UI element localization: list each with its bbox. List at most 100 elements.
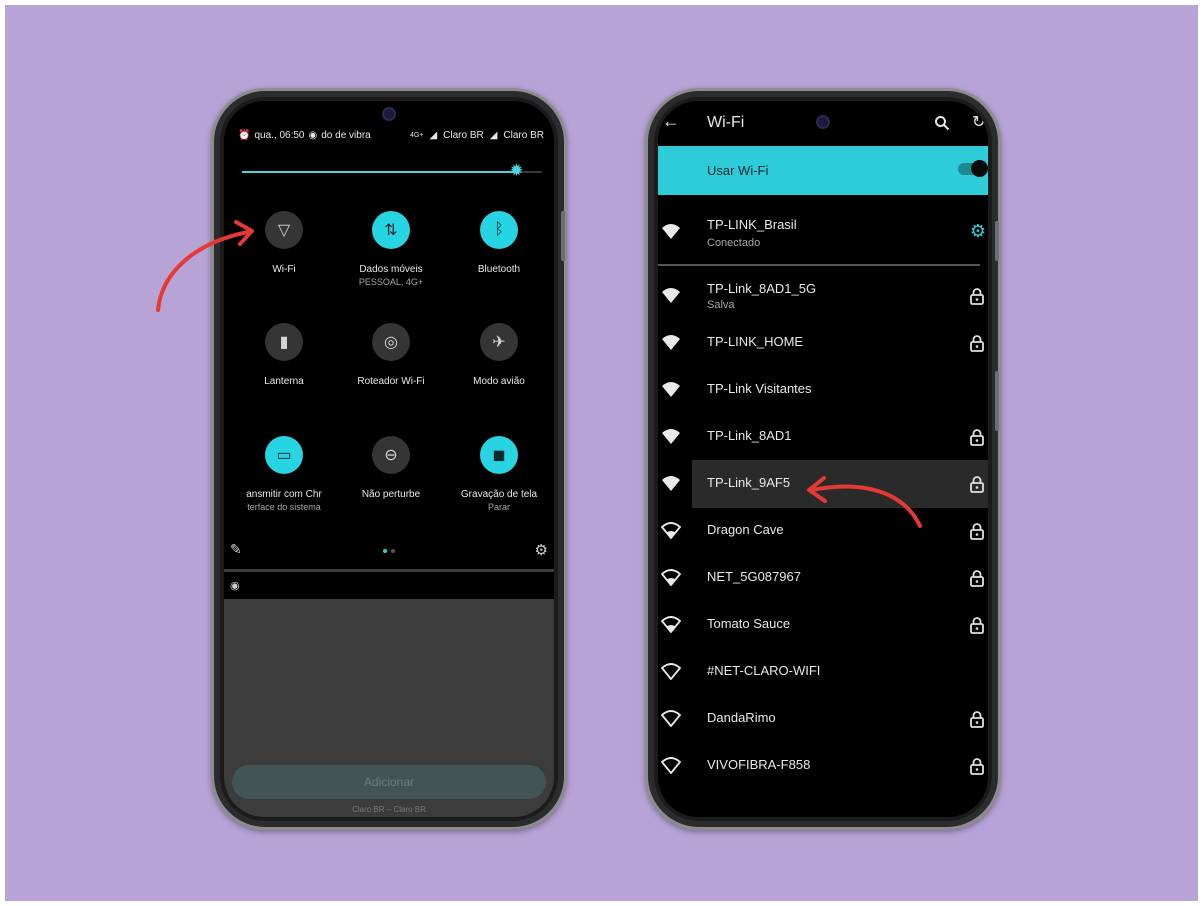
lock-icon (970, 711, 984, 728)
wifi-settings-screen: ← Wi-Fi ↻ Usar Wi-Fi TP-LINK_Brasil Cone… (658, 101, 988, 817)
network-name: DandaRimo (707, 710, 776, 725)
use-wifi-label: Usar Wi-Fi (707, 163, 769, 178)
wifi-signal-icon (661, 522, 681, 539)
lock-icon (970, 288, 984, 305)
wifi-icon[interactable]: ▽ (265, 211, 303, 249)
tile-airplane[interactable]: ✈ Modo avião (439, 323, 554, 387)
brightness-fill (242, 171, 517, 173)
carrier-1: Claro BR (443, 129, 484, 141)
wifi-signal-icon (661, 616, 681, 633)
lock-icon (970, 617, 984, 634)
signal-icon: ◢ (429, 129, 438, 141)
network-name: Dragon Cave (707, 522, 784, 537)
quick-settings-screen: ⏰ qua., 06:50 ◉ do de vibra 4G+ ◢ Claro … (224, 101, 554, 817)
signal-icon: ◢ (489, 129, 498, 141)
left-phone: ⏰ qua., 06:50 ◉ do de vibra 4G+ ◢ Claro … (211, 88, 567, 830)
brightness-slider[interactable]: ✹ (242, 162, 542, 180)
tile-sublabel: terface do sistema (247, 502, 321, 512)
list-divider (658, 264, 980, 266)
network-row[interactable]: TP-LINK_HOME (658, 322, 988, 364)
network-row[interactable]: TP-Link_8AD1_5G Salva (658, 275, 988, 317)
tile-dnd[interactable]: ⊖ Não perturbe (331, 436, 451, 500)
network-row[interactable]: #NET-CLARO-WIFI (658, 651, 988, 693)
tile-flashlight[interactable]: ▮ Lanterna (224, 323, 344, 387)
arrow-to-network-icon (807, 476, 922, 528)
bluetooth-icon[interactable]: ᛒ (480, 211, 518, 249)
wifi-signal-icon (662, 224, 680, 239)
tile-cast[interactable]: ▭ ansmitir com Chr terface do sistema (224, 436, 344, 512)
network-name: TP-Link_8AD1 (707, 428, 792, 443)
tile-label: Dados móveis (359, 264, 423, 275)
tile-screen-record[interactable]: ◼ Gravação de tela Parar (439, 436, 554, 512)
network-row[interactable]: VIVOFIBRA-F858 (658, 745, 988, 787)
quick-settings-bar: ✎ ⚙ (224, 541, 554, 561)
network-row[interactable]: DandaRimo (658, 698, 988, 740)
tile-hotspot[interactable]: ◎ Roteador Wi-Fi (331, 323, 451, 387)
hotspot-icon[interactable]: ◎ (372, 323, 410, 361)
side-button (561, 211, 565, 261)
wifi-toggle[interactable] (958, 160, 988, 177)
network-name: Tomato Sauce (707, 616, 791, 631)
tile-label: Lanterna (264, 376, 304, 387)
camera-hole (816, 115, 830, 129)
network-name: TP-LINK_HOME (707, 334, 804, 349)
side-button (995, 371, 999, 431)
network-name: VIVOFIBRA-F858 (707, 757, 811, 772)
search-icon[interactable] (934, 115, 950, 131)
lock-icon (970, 570, 984, 587)
settings-icon[interactable]: ⚙ (535, 541, 548, 559)
dnd-icon[interactable]: ⊖ (372, 436, 410, 474)
wifi-signal-icon (662, 429, 680, 444)
airplane-icon[interactable]: ✈ (480, 323, 518, 361)
network-row[interactable]: NET_5G087967 (658, 557, 988, 599)
network-name: TP-Link_9AF5 (707, 475, 791, 490)
flashlight-icon[interactable]: ▮ (265, 323, 303, 361)
tile-bluetooth[interactable]: ᛒ Bluetooth (439, 211, 554, 275)
refresh-icon[interactable]: ↻ (972, 112, 985, 132)
network-row[interactable]: TP-Link Visitantes (658, 369, 988, 411)
network-name: TP-LINK_Brasil (707, 217, 797, 232)
wifi-signal-icon (661, 663, 681, 680)
wifi-signal-icon (661, 710, 681, 727)
network-row[interactable]: Tomato Sauce (658, 604, 988, 646)
wifi-signal-icon (662, 382, 680, 397)
network-type: 4G+ (410, 131, 424, 139)
brightness-icon[interactable]: ✹ (508, 162, 526, 180)
lock-icon (970, 476, 984, 493)
tile-label: Não perturbe (361, 489, 421, 500)
wifi-signal-icon (661, 757, 681, 774)
network-status: Conectado (707, 237, 761, 249)
network-row[interactable]: TP-Link_8AD1 (658, 416, 988, 458)
tile-label: ansmitir com Chr (246, 489, 322, 500)
tile-label: Bluetooth (477, 264, 521, 275)
status-bar: ⏰ qua., 06:50 ◉ do de vibra 4G+ ◢ Claro … (238, 127, 544, 143)
page-title: Wi-Fi (707, 114, 745, 131)
add-button[interactable]: Adicionar (232, 765, 546, 799)
mobile-data-icon[interactable]: ⇅ (372, 211, 410, 249)
page-indicator (383, 549, 395, 553)
network-status: Salva (707, 299, 735, 311)
cast-icon[interactable]: ▭ (265, 436, 303, 474)
screen-record-icon[interactable]: ◼ (480, 436, 518, 474)
use-wifi-row[interactable]: Usar Wi-Fi (658, 146, 988, 195)
camera-hole (382, 107, 396, 121)
tile-mobile-data[interactable]: ⇅ Dados móveis PESSOAL, 4G+ (331, 211, 451, 287)
back-arrow-icon[interactable]: ← (662, 111, 680, 132)
right-phone: ← Wi-Fi ↻ Usar Wi-Fi TP-LINK_Brasil Cone… (645, 88, 1001, 830)
network-settings-icon[interactable]: ⚙ (970, 221, 986, 242)
record-indicator-icon: ◉ (230, 580, 240, 592)
eye-icon: ◉ (308, 129, 318, 141)
network-name: TP-Link Visitantes (707, 381, 812, 396)
tile-label: Gravação de tela (460, 489, 538, 500)
wifi-signal-icon (662, 476, 680, 491)
lock-icon (970, 335, 984, 352)
edit-icon[interactable]: ✎ (230, 541, 242, 558)
connected-network-row[interactable]: TP-LINK_Brasil Conectado ⚙ (658, 211, 988, 259)
carrier-footer: Claro BR – Claro BR (352, 805, 426, 814)
wifi-signal-icon (661, 569, 681, 586)
lock-icon (970, 758, 984, 775)
tile-label: Modo avião (473, 376, 525, 387)
status-mode: do de vibra (321, 129, 371, 141)
network-name: NET_5G087967 (707, 569, 801, 584)
purple-background (5, 5, 1198, 901)
